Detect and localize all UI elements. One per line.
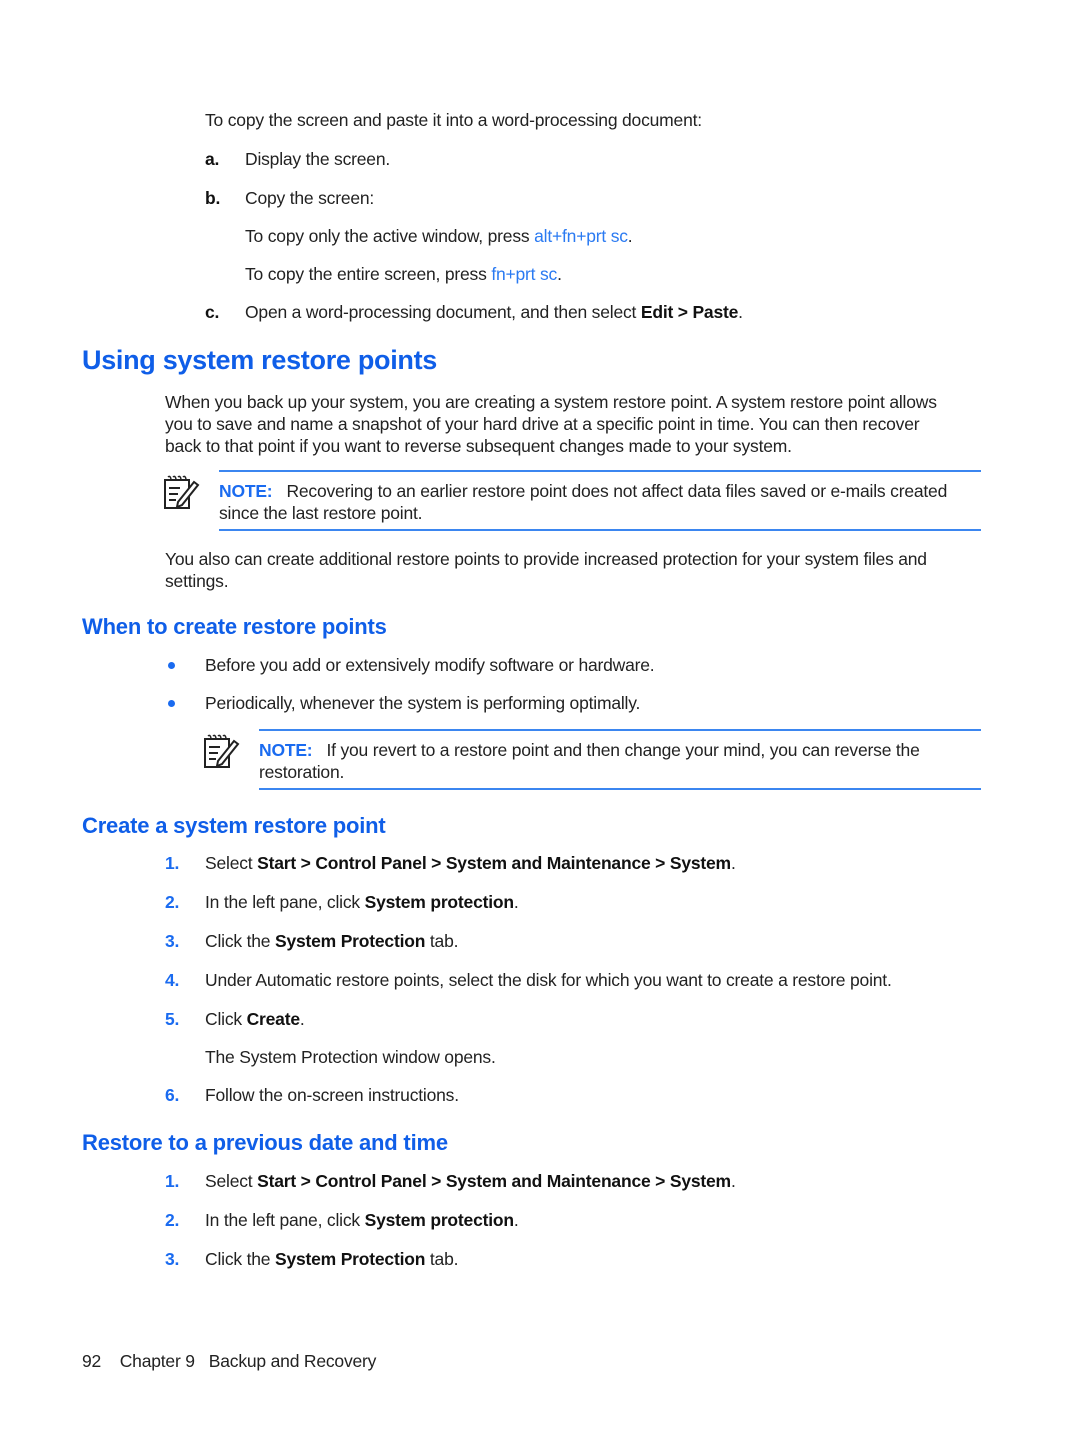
punct: . bbox=[513, 892, 519, 912]
punct: . bbox=[730, 1171, 736, 1191]
step-b-text: Copy the screen: bbox=[245, 188, 375, 208]
step-text: Select bbox=[205, 1171, 258, 1191]
bullet-dot bbox=[168, 700, 175, 707]
step-number: 6. bbox=[165, 1085, 180, 1105]
subsection-title-when: When to create restore points bbox=[82, 614, 387, 639]
note-bottom-rule bbox=[219, 529, 981, 531]
restore-step-1: Select Start > Control Panel > System an… bbox=[205, 1171, 736, 1192]
substep-text: To copy the entire screen, press bbox=[245, 264, 492, 284]
note-text: restoration. bbox=[259, 762, 345, 782]
intro-lead: To copy the screen and paste it into a w… bbox=[205, 110, 702, 130]
menu-path: Start > Control Panel > System and Maint… bbox=[257, 853, 731, 873]
step-text: tab. bbox=[425, 1249, 459, 1269]
note-label: NOTE: bbox=[259, 740, 313, 760]
substep-text: To copy only the active window, press bbox=[245, 226, 535, 246]
step-c-text: Open a word-processing document, and the… bbox=[245, 302, 743, 323]
step-text: In the left pane, click bbox=[205, 892, 365, 912]
step-text: Click the bbox=[205, 931, 275, 951]
step-label-b: b. bbox=[205, 188, 221, 208]
step-number: 2. bbox=[165, 1210, 180, 1230]
subsection-title-create: Create a system restore point bbox=[82, 813, 386, 838]
section-intro-paragraph: When you back up your system, you are cr… bbox=[165, 391, 937, 457]
note-1: NOTE: Recovering to an earlier restore p… bbox=[219, 480, 947, 524]
paragraph-line: When you back up your system, you are cr… bbox=[165, 392, 937, 412]
note-2: NOTE: If you revert to a restore point a… bbox=[259, 739, 920, 783]
create-step-5-result: The System Protection window opens. bbox=[205, 1047, 496, 1067]
ui-label: System Protection bbox=[274, 1249, 426, 1269]
step-label-a: a. bbox=[205, 149, 220, 169]
step-number: 3. bbox=[165, 1249, 180, 1269]
step-text: In the left pane, click bbox=[205, 1210, 365, 1230]
note-icon bbox=[164, 475, 200, 509]
ui-label: System Protection bbox=[274, 931, 426, 951]
step-number: 1. bbox=[165, 1171, 180, 1191]
bullet-dot bbox=[168, 662, 175, 669]
punct: . bbox=[513, 1210, 519, 1230]
punct: . bbox=[738, 302, 743, 322]
punct: . bbox=[627, 226, 633, 246]
create-step-2: In the left pane, click System protectio… bbox=[205, 892, 519, 913]
section-paragraph-2: You also can create additional restore p… bbox=[165, 548, 927, 592]
create-step-1: Select Start > Control Panel > System an… bbox=[205, 853, 736, 874]
step-number: 4. bbox=[165, 970, 180, 990]
step-number: 1. bbox=[165, 853, 180, 873]
note-text: since the last restore point. bbox=[219, 503, 423, 523]
note-text: If you revert to a restore point and the… bbox=[326, 740, 920, 760]
menu-path: Start > Control Panel > System and Maint… bbox=[257, 1171, 731, 1191]
note-top-rule bbox=[219, 470, 981, 472]
step-text: tab. bbox=[425, 931, 459, 951]
note-icon bbox=[204, 734, 240, 768]
substep-entire-screen: To copy the entire screen, press fn+prt … bbox=[245, 264, 562, 285]
paragraph-line: You also can create additional restore p… bbox=[165, 549, 927, 569]
bullet-item: Periodically, whenever the system is per… bbox=[205, 693, 641, 713]
bullet-item: Before you add or extensively modify sof… bbox=[205, 655, 655, 675]
note-text: Recovering to an earlier restore point d… bbox=[286, 481, 948, 501]
key-combo: alt+fn+prt sc bbox=[534, 226, 628, 246]
step-a-text: Display the screen. bbox=[245, 149, 391, 169]
ui-label: System protection bbox=[364, 892, 514, 912]
step-text: Click the bbox=[205, 1249, 275, 1269]
step-number: 2. bbox=[165, 892, 180, 912]
paragraph-line: back to that point if you want to revers… bbox=[165, 436, 792, 456]
punct: . bbox=[730, 853, 736, 873]
note-bottom-rule bbox=[259, 788, 981, 790]
chapter-label: Chapter 9 bbox=[119, 1351, 195, 1371]
punct: . bbox=[557, 264, 562, 284]
paragraph-line: you to save and name a snapshot of your … bbox=[165, 414, 920, 434]
section-title: Using system restore points bbox=[82, 345, 438, 375]
menu-path: Edit > Paste bbox=[640, 302, 739, 322]
step-text: Select bbox=[205, 853, 258, 873]
ui-label: Create bbox=[246, 1009, 300, 1029]
create-step-5: Click Create. bbox=[205, 1009, 305, 1030]
create-step-3: Click the System Protection tab. bbox=[205, 931, 458, 952]
paragraph-line: settings. bbox=[165, 571, 229, 591]
step-text: Click bbox=[205, 1009, 247, 1029]
ui-label: System protection bbox=[364, 1210, 514, 1230]
step-number: 3. bbox=[165, 931, 180, 951]
restore-step-2: In the left pane, click System protectio… bbox=[205, 1210, 519, 1231]
step-number: 5. bbox=[165, 1009, 180, 1029]
note-label: NOTE: bbox=[219, 481, 273, 501]
step-label-c: c. bbox=[205, 302, 220, 322]
step-c-pre: Open a word-processing document, and the… bbox=[245, 302, 641, 322]
key-combo: fn+prt sc bbox=[491, 264, 558, 284]
punct: . bbox=[299, 1009, 305, 1029]
page-footer: 92 Chapter 9 Backup and Recovery bbox=[82, 1351, 376, 1372]
create-step-6: Follow the on-screen instructions. bbox=[205, 1085, 459, 1105]
create-step-4: Under Automatic restore points, select t… bbox=[205, 970, 892, 990]
restore-step-3: Click the System Protection tab. bbox=[205, 1249, 458, 1270]
chapter-title: Backup and Recovery bbox=[208, 1351, 377, 1371]
note-top-rule bbox=[259, 729, 981, 731]
subsection-title-restore: Restore to a previous date and time bbox=[82, 1130, 448, 1155]
substep-active-window: To copy only the active window, press al… bbox=[245, 226, 633, 247]
page-number: 92 bbox=[82, 1351, 102, 1371]
